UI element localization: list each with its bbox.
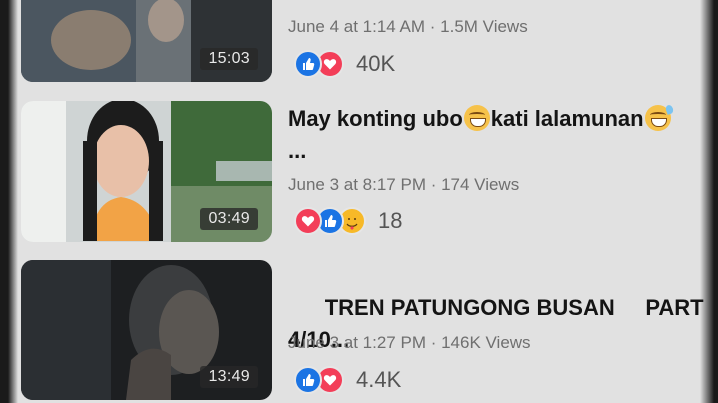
video-feed-screen: 15:03 June 4 at 1:14 AM · 1.5M Views 40K xyxy=(0,0,718,403)
grinning-face-emoji xyxy=(463,105,490,131)
video-list: 15:03 June 4 at 1:14 AM · 1.5M Views 40K xyxy=(0,0,718,403)
like-icon xyxy=(294,50,322,78)
video-duration: 03:49 xyxy=(200,208,258,230)
reaction-count: 18 xyxy=(378,208,403,233)
video-meta: June 4 at 1:14 AM · 1.5M Views xyxy=(288,17,528,36)
reaction-count: 40K xyxy=(356,51,396,76)
like-icon xyxy=(294,366,322,394)
reaction-summary[interactable]: 18 xyxy=(294,206,402,236)
video-title-text-2: kati lalamunan xyxy=(490,106,644,131)
reaction-summary[interactable]: 40K xyxy=(294,49,395,79)
love-icon xyxy=(294,207,322,235)
reaction-count: 4.4K xyxy=(356,367,402,392)
grinning-sweat-emoji xyxy=(644,104,674,131)
video-title[interactable]: May konting ubo kati lalamunan ... xyxy=(288,103,688,167)
video-meta: June 3 at 1:27 PM · 146K Views xyxy=(288,333,531,352)
video-thumbnail[interactable]: 03:49 xyxy=(21,101,272,242)
video-thumbnail[interactable]: 15:03 xyxy=(21,0,272,82)
video-title-text: May konting ubo xyxy=(288,106,463,131)
video-meta: June 3 at 8:17 PM · 174 Views xyxy=(288,175,520,194)
reaction-summary[interactable]: 4.4K xyxy=(294,365,401,395)
video-title-ellipsis: ... xyxy=(288,138,307,163)
video-item[interactable]: 03:49 May konting ubo kati lalamunan ... … xyxy=(0,101,718,251)
video-thumbnail[interactable]: 13:49 xyxy=(21,260,272,400)
video-item[interactable]: 15:03 June 4 at 1:14 AM · 1.5M Views 40K xyxy=(0,0,718,88)
video-duration: 15:03 xyxy=(200,48,258,70)
video-title-line1: TREN PATUNGONG BUSAN PART xyxy=(324,295,704,320)
video-duration: 13:49 xyxy=(200,366,258,388)
video-item[interactable]: 13:49 TREN PATUNGONG BUSAN PART 4/10... J… xyxy=(0,260,718,403)
